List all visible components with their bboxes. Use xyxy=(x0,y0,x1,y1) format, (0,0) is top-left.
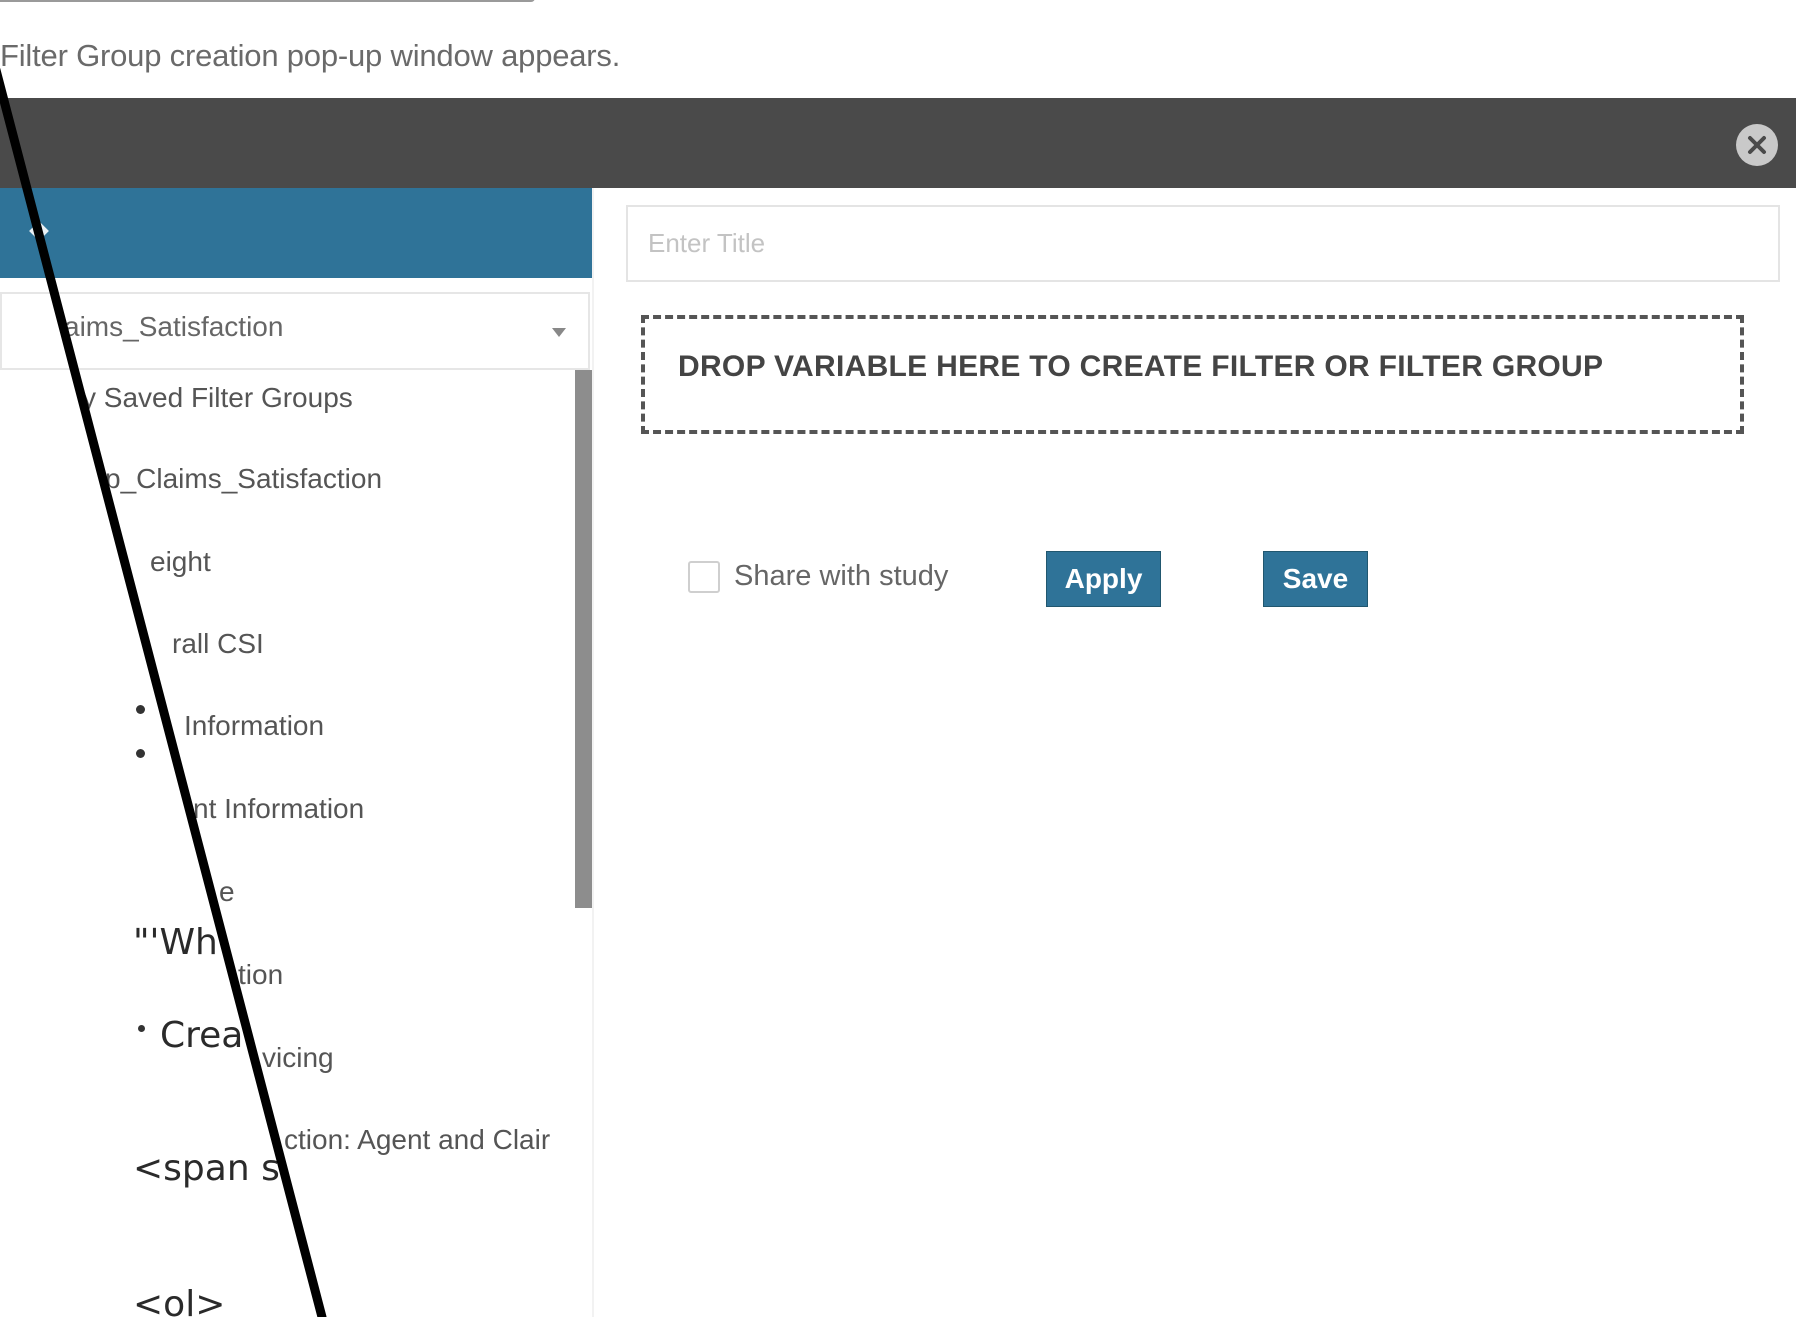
share-with-study-row: Share with study xyxy=(688,560,948,593)
header-marker-icon xyxy=(29,221,49,241)
filter-title-input[interactable] xyxy=(626,205,1780,282)
overlay-text-crea: Crea xyxy=(160,1015,244,1056)
tree-item-overall-csi[interactable]: rall CSI xyxy=(172,628,264,660)
tree-item-claims-satisfaction[interactable]: p_Claims_Satisfaction xyxy=(105,463,382,495)
tree-item-weight[interactable]: eight xyxy=(150,546,211,578)
overlay-text-span: <span s xyxy=(133,1148,280,1189)
tree-item-servicing[interactable]: vicing xyxy=(262,1042,334,1074)
chevron-down-icon[interactable] xyxy=(552,328,566,337)
share-with-study-checkbox[interactable] xyxy=(688,560,720,593)
overlay-text-wh: "'Wh xyxy=(133,922,218,963)
close-circle-icon[interactable] xyxy=(1736,124,1778,166)
save-button[interactable]: Save xyxy=(1263,551,1368,607)
overlay-text-ol: <ol> xyxy=(133,1284,226,1317)
panel-divider xyxy=(592,188,594,1317)
tree-item-saved-filter-groups[interactable]: y Saved Filter Groups xyxy=(82,382,353,414)
variables-panel-header xyxy=(0,188,592,278)
drop-zone-label: DROP VARIABLE HERE TO CREATE FILTER OR F… xyxy=(678,349,1604,383)
modal-header xyxy=(0,98,1796,188)
study-select-value: aims_Satisfaction xyxy=(64,311,284,342)
screenshot-stage: Filter Group creation pop-up window appe… xyxy=(0,0,1796,1317)
tree-item-agent-and-claim[interactable]: ction: Agent and Clair xyxy=(284,1124,550,1156)
share-with-study-label: Share with study xyxy=(734,560,949,592)
variable-drop-zone[interactable]: DROP VARIABLE HERE TO CREATE FILTER OR F… xyxy=(641,315,1744,434)
tree-item-information[interactable]: Information xyxy=(184,710,324,742)
close-x-icon xyxy=(1748,136,1766,154)
previous-field-fragment xyxy=(0,0,535,2)
tree-item-location[interactable]: tion xyxy=(238,959,283,991)
bullet-icon xyxy=(136,749,145,758)
bullet-icon xyxy=(136,705,145,714)
apply-button[interactable]: Apply xyxy=(1046,551,1161,607)
tree-item-fragment[interactable]: e xyxy=(219,876,235,908)
bullet-icon xyxy=(138,1025,145,1032)
tree-scrollbar[interactable] xyxy=(575,370,592,908)
step-caption: Filter Group creation pop-up window appe… xyxy=(0,38,621,73)
tree-item-agent-information[interactable]: nt Information xyxy=(193,793,364,825)
study-select[interactable]: aims_Satisfaction xyxy=(0,292,590,370)
